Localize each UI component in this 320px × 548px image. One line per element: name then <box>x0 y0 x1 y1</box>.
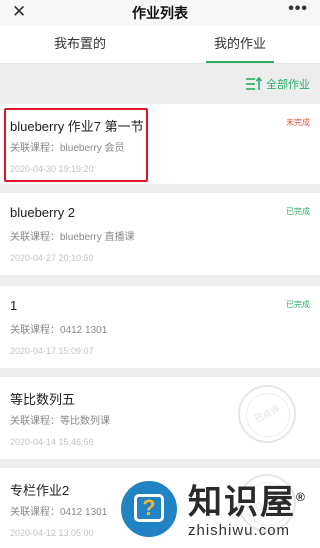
homework-card[interactable]: blueberry 2 关联课程：blueberry 直播课 2020-04-2… <box>0 193 320 275</box>
watermark-brand: 知识屋® <box>188 483 307 522</box>
homework-time: 2020-04-12 13:05:00 <box>10 528 94 538</box>
homework-name: 1 <box>10 298 18 313</box>
active-tab-indicator <box>206 61 274 63</box>
toolbar: 全部作业 <box>0 64 320 104</box>
all-homework-label: 全部作业 <box>266 79 310 91</box>
homework-name: 等比数列五 <box>10 392 76 407</box>
course-prefix: 关联课程： <box>10 416 60 427</box>
reviewed-stamp-icon: 已点评 <box>238 385 296 443</box>
course-prefix: 关联课程： <box>10 325 60 336</box>
tab-bar: 我布置的 我的作业 <box>0 26 320 64</box>
stamp-text: 已点评 <box>252 403 282 425</box>
filter-sort-icon <box>246 76 263 90</box>
help-monitor-icon: ? <box>118 478 180 540</box>
highlight-box <box>4 108 148 182</box>
course-name: 0412 1301 <box>60 507 108 518</box>
course-prefix: 关联课程： <box>10 507 60 518</box>
homework-time: 2020-04-14 15:46:56 <box>10 437 94 447</box>
homework-course: 关联课程：blueberry 直播课 <box>10 228 134 243</box>
course-name: blueberry 直播课 <box>60 232 135 243</box>
status-badge: 已完成 <box>286 300 310 309</box>
homework-card[interactable]: 等比数列五 关联课程：等比数列课 2020-04-14 15:46:56 已点评 <box>0 377 320 459</box>
homework-time: 2020-04-27 20:10:50 <box>10 253 94 263</box>
homework-card[interactable]: 1 关联课程：0412 1301 2020-04-17 15:09:07 已完成 <box>0 286 320 368</box>
course-name: 等比数列课 <box>60 416 110 427</box>
title-bar: ✕ 作业列表 ••• <box>0 0 320 26</box>
course-name: 0412 1301 <box>60 325 108 336</box>
homework-time: 2020-04-17 15:09:07 <box>10 346 94 356</box>
homework-name: blueberry 2 <box>10 205 76 220</box>
page-title: 作业列表 <box>132 5 188 21</box>
more-dots-icon[interactable]: ••• <box>288 0 308 18</box>
tab-my-homework[interactable]: 我的作业 <box>160 26 320 63</box>
tab-assigned-by-me[interactable]: 我布置的 <box>0 26 160 63</box>
all-homework-button[interactable]: 全部作业 <box>245 76 310 92</box>
homework-course: 关联课程：0412 1301 <box>10 503 107 518</box>
status-badge: 已完成 <box>286 207 310 216</box>
homework-name: 专栏作业2 <box>10 483 70 498</box>
course-prefix: 关联课程： <box>10 232 60 243</box>
site-watermark: ? 知识屋® zhishiwu.com <box>118 478 307 540</box>
tab-label: 我的作业 <box>213 36 266 51</box>
homework-course: 关联课程：等比数列课 <box>10 412 110 427</box>
homework-course: 关联课程：0412 1301 <box>10 321 107 336</box>
watermark-url: zhishiwu.com <box>188 521 291 539</box>
tab-label: 我布置的 <box>53 36 106 51</box>
status-badge: 未完成 <box>286 118 310 127</box>
